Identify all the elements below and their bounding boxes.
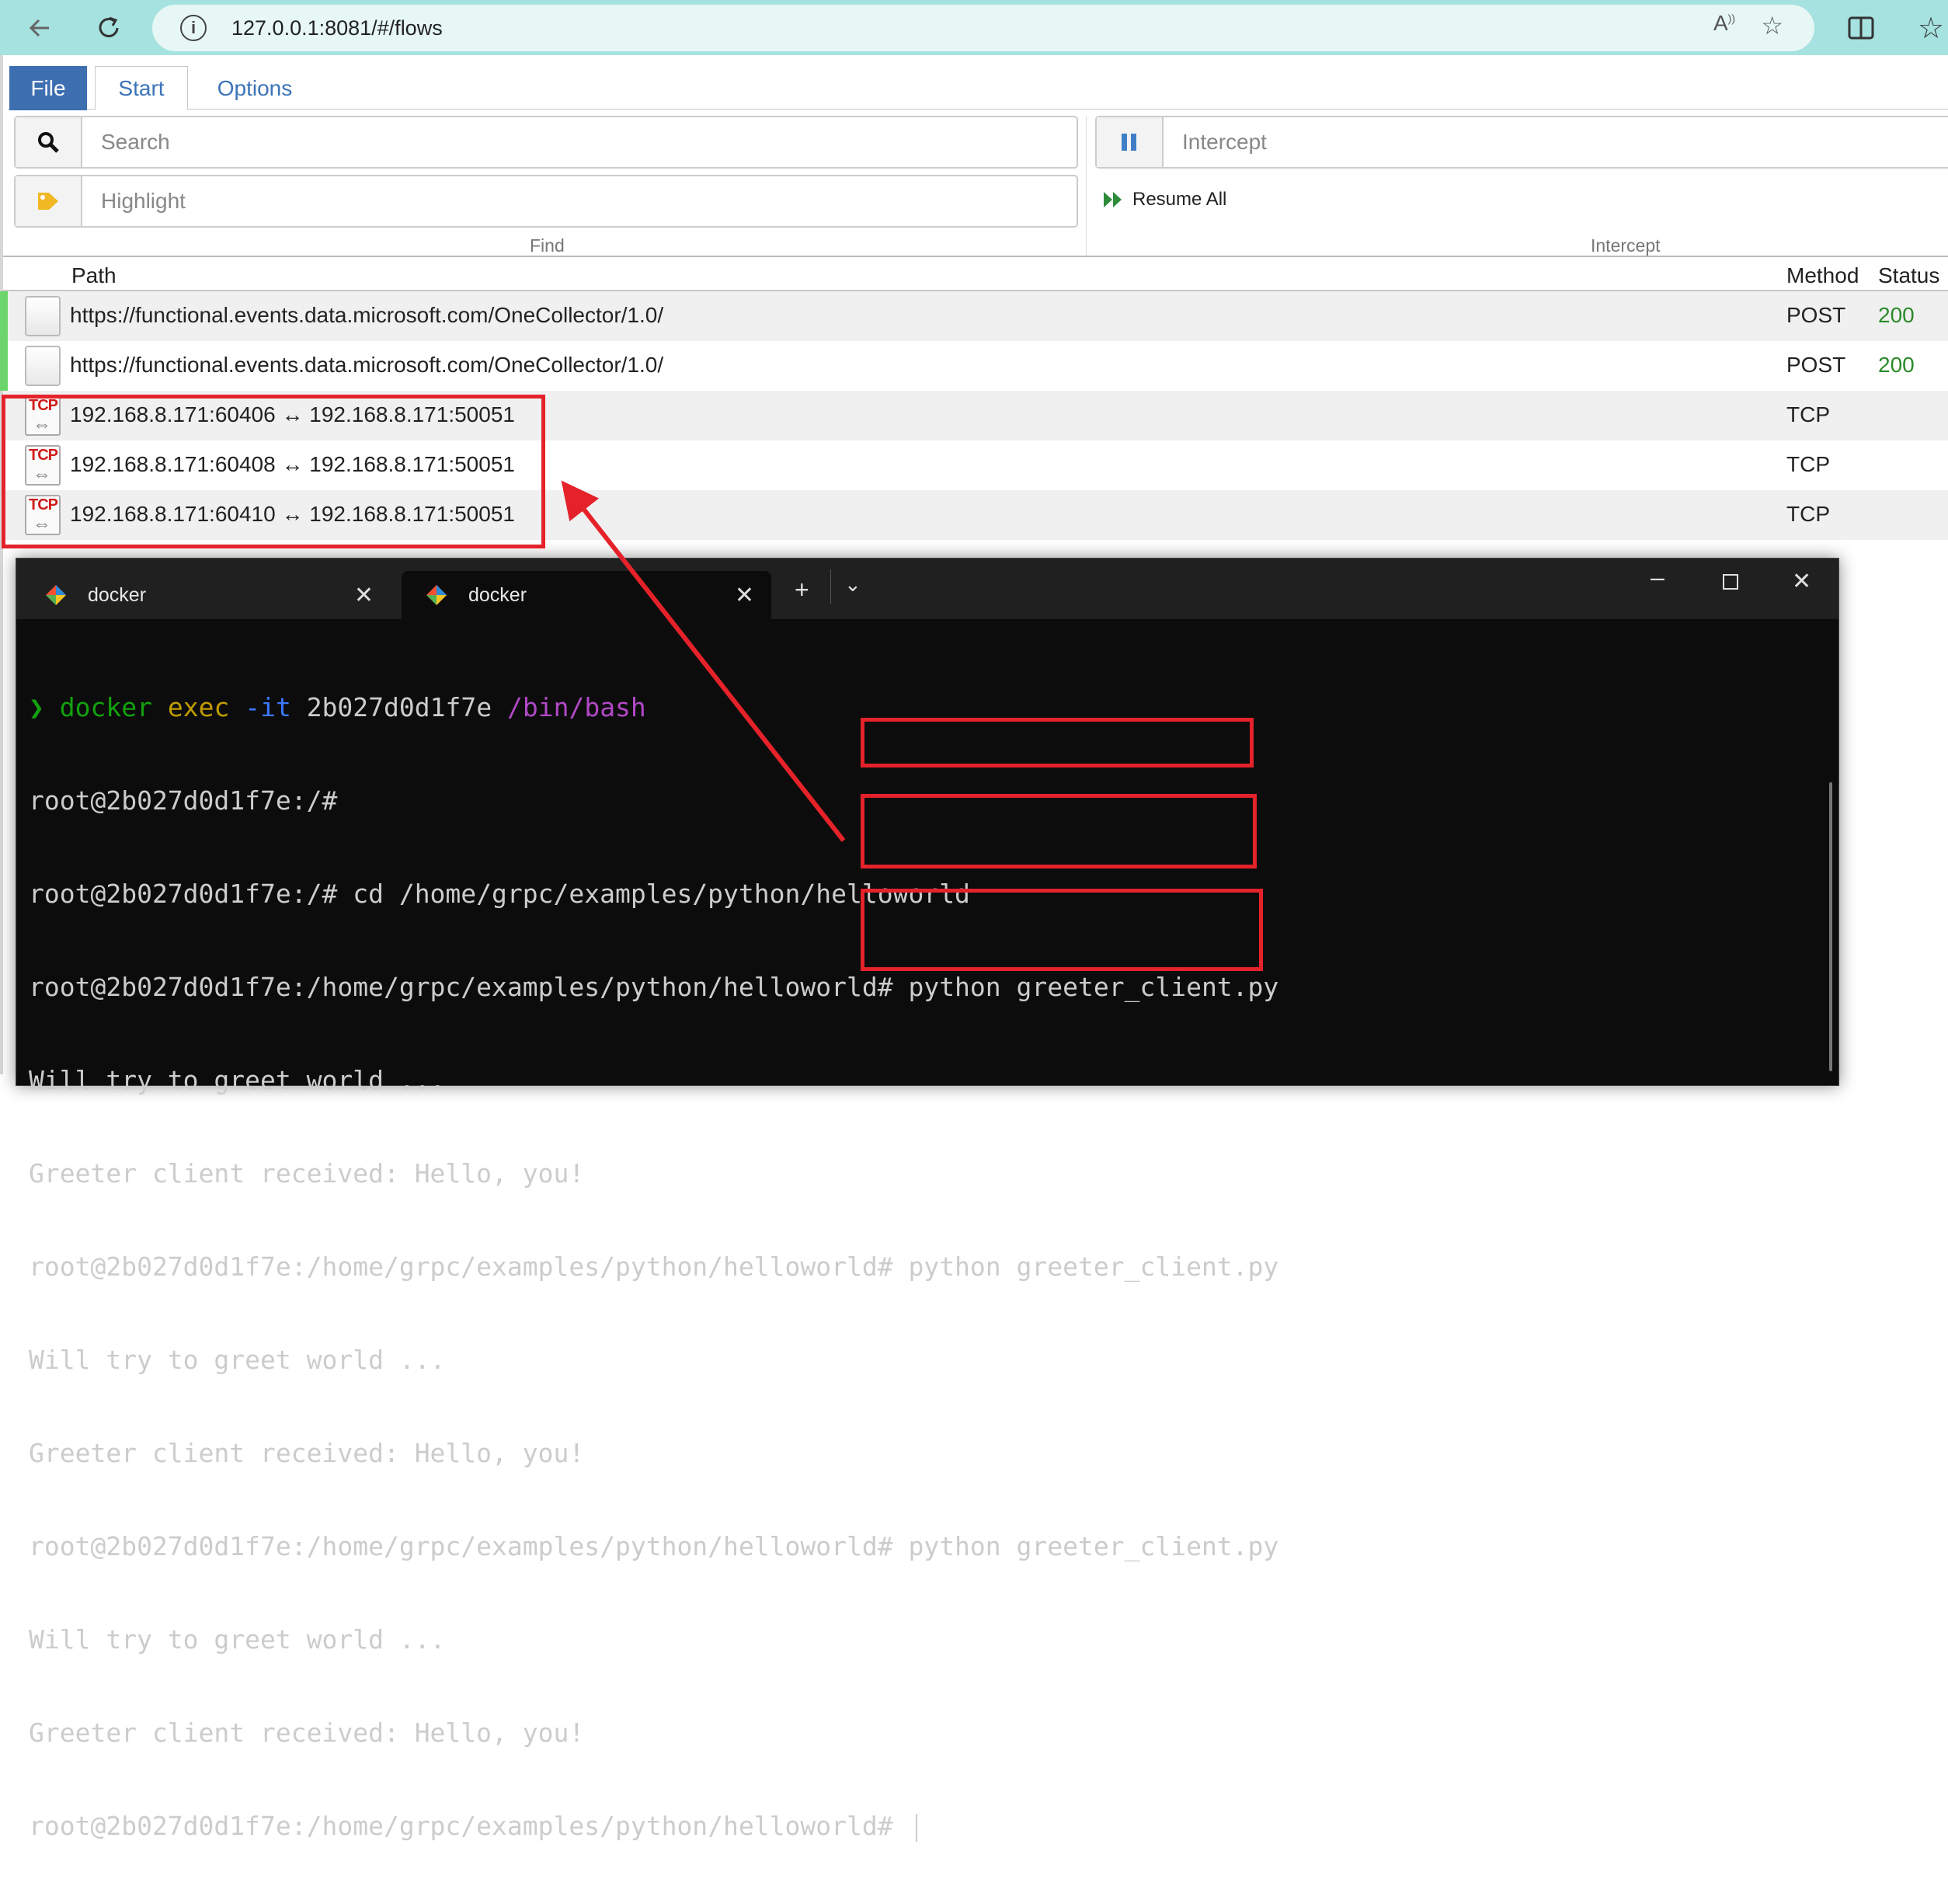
site-info-icon[interactable]: i [180, 15, 207, 41]
search-icon [16, 117, 82, 167]
row-marker [0, 291, 8, 341]
table-row[interactable]: https://functional.events.data.microsoft… [0, 341, 1948, 391]
dropdown-chevron-icon[interactable]: ⌄ [844, 573, 861, 597]
terminal-tab-active[interactable]: docker ✕ [402, 571, 771, 619]
row-method: TCP [1786, 452, 1830, 476]
terminal-titlebar: docker ✕ docker ✕ + ⌄ – ✕ [16, 559, 1838, 619]
terminal-prompt-line: root@2b027d0d1f7e:/home/grpc/examples/py… [29, 1811, 1831, 1842]
command-highlight-box-1 [861, 718, 1254, 768]
column-path[interactable]: Path [71, 263, 117, 288]
new-tab-icon[interactable]: + [795, 576, 809, 604]
row-method: TCP [1786, 402, 1830, 426]
row-status: 200 [1878, 303, 1915, 327]
favorites-icon[interactable]: ☆ [1911, 8, 1948, 48]
terminal-line: root@2b027d0d1f7e:/home/grpc/examples/py… [29, 1251, 1279, 1282]
table-row[interactable]: https://functional.events.data.microsoft… [0, 291, 1948, 341]
read-aloud-icon[interactable]: A)) [1713, 11, 1735, 36]
terminal-line: Will try to greet world ... [29, 1065, 446, 1095]
highlight-field [14, 175, 1078, 228]
group-divider [1086, 116, 1087, 256]
terminal-line: root@2b027d0d1f7e:/home/grpc/examples/py… [29, 972, 1279, 1002]
tab-start[interactable]: Start [95, 66, 188, 110]
favorite-star-icon[interactable]: ☆ [1761, 11, 1783, 40]
column-status[interactable]: Status [1878, 263, 1939, 288]
fast-forward-icon [1104, 192, 1122, 207]
command-highlight-box-3 [861, 889, 1263, 971]
resume-all-button[interactable]: Resume All [1103, 189, 1226, 211]
terminal-scrollbar[interactable] [1829, 782, 1832, 1071]
terminal-tab[interactable]: docker ✕ [21, 571, 391, 619]
menu-tabs: File Start Options [8, 66, 1948, 110]
pause-icon[interactable] [1097, 117, 1164, 167]
terminal-tab-label: docker [88, 583, 147, 606]
terminal-line: Greeter client received: Hello, you! [29, 1718, 585, 1748]
text-cursor [916, 1813, 918, 1842]
tag-icon [16, 176, 82, 226]
git-bash-icon [426, 585, 447, 605]
row-status: 200 [1878, 353, 1915, 377]
url-text[interactable]: 127.0.0.1:8081/#/flows [231, 16, 443, 40]
search-field [14, 116, 1078, 169]
tab-divider [830, 569, 831, 604]
row-path: https://functional.events.data.microsoft… [70, 303, 664, 327]
terminal-tab-label: docker [468, 583, 527, 606]
terminal-line: Greeter client received: Hello, you! [29, 1438, 585, 1468]
close-tab-icon[interactable]: ✕ [735, 582, 754, 609]
close-tab-icon[interactable]: ✕ [354, 582, 374, 609]
column-method[interactable]: Method [1786, 263, 1859, 288]
intercept-field [1095, 116, 1948, 169]
highlight-input[interactable] [82, 176, 1077, 226]
tab-options[interactable]: Options [200, 66, 309, 110]
tab-file[interactable]: File [9, 66, 87, 110]
table-header: Path Method Status [3, 256, 1948, 291]
terminal-line: Greeter client received: Hello, you! [29, 1158, 585, 1189]
row-marker [0, 341, 8, 391]
minimize-icon[interactable]: – [1651, 563, 1664, 592]
row-method: POST [1786, 303, 1846, 327]
terminal-line: Will try to greet world ... [29, 1624, 446, 1655]
find-group-label: Find [530, 235, 565, 256]
split-screen-icon[interactable] [1841, 8, 1881, 48]
command-highlight-box-2 [861, 794, 1257, 868]
terminal-line: Will try to greet world ... [29, 1345, 446, 1375]
address-bar[interactable]: i 127.0.0.1:8081/#/flows A)) ☆ [152, 5, 1814, 51]
row-path: https://functional.events.data.microsoft… [70, 353, 664, 377]
document-icon [25, 296, 64, 336]
document-icon [25, 346, 64, 386]
row-method: POST [1786, 353, 1846, 377]
row-method: TCP [1786, 502, 1830, 526]
browser-toolbar: i 127.0.0.1:8081/#/flows A)) ☆ ☆ [0, 0, 1948, 55]
intercept-group-label: Intercept [1591, 235, 1661, 256]
close-window-icon[interactable]: ✕ [1792, 568, 1811, 595]
terminal-line: root@2b027d0d1f7e:/home/grpc/examples/py… [29, 1531, 1279, 1561]
tcp-flows-highlight-box [2, 395, 545, 548]
maximize-icon[interactable] [1722, 568, 1739, 597]
back-arrow-icon[interactable] [20, 8, 61, 48]
intercept-input[interactable] [1164, 117, 1948, 167]
git-bash-icon [46, 585, 66, 605]
refresh-icon[interactable] [89, 8, 129, 48]
resume-all-label: Resume All [1132, 189, 1227, 210]
search-input[interactable] [82, 117, 1077, 167]
